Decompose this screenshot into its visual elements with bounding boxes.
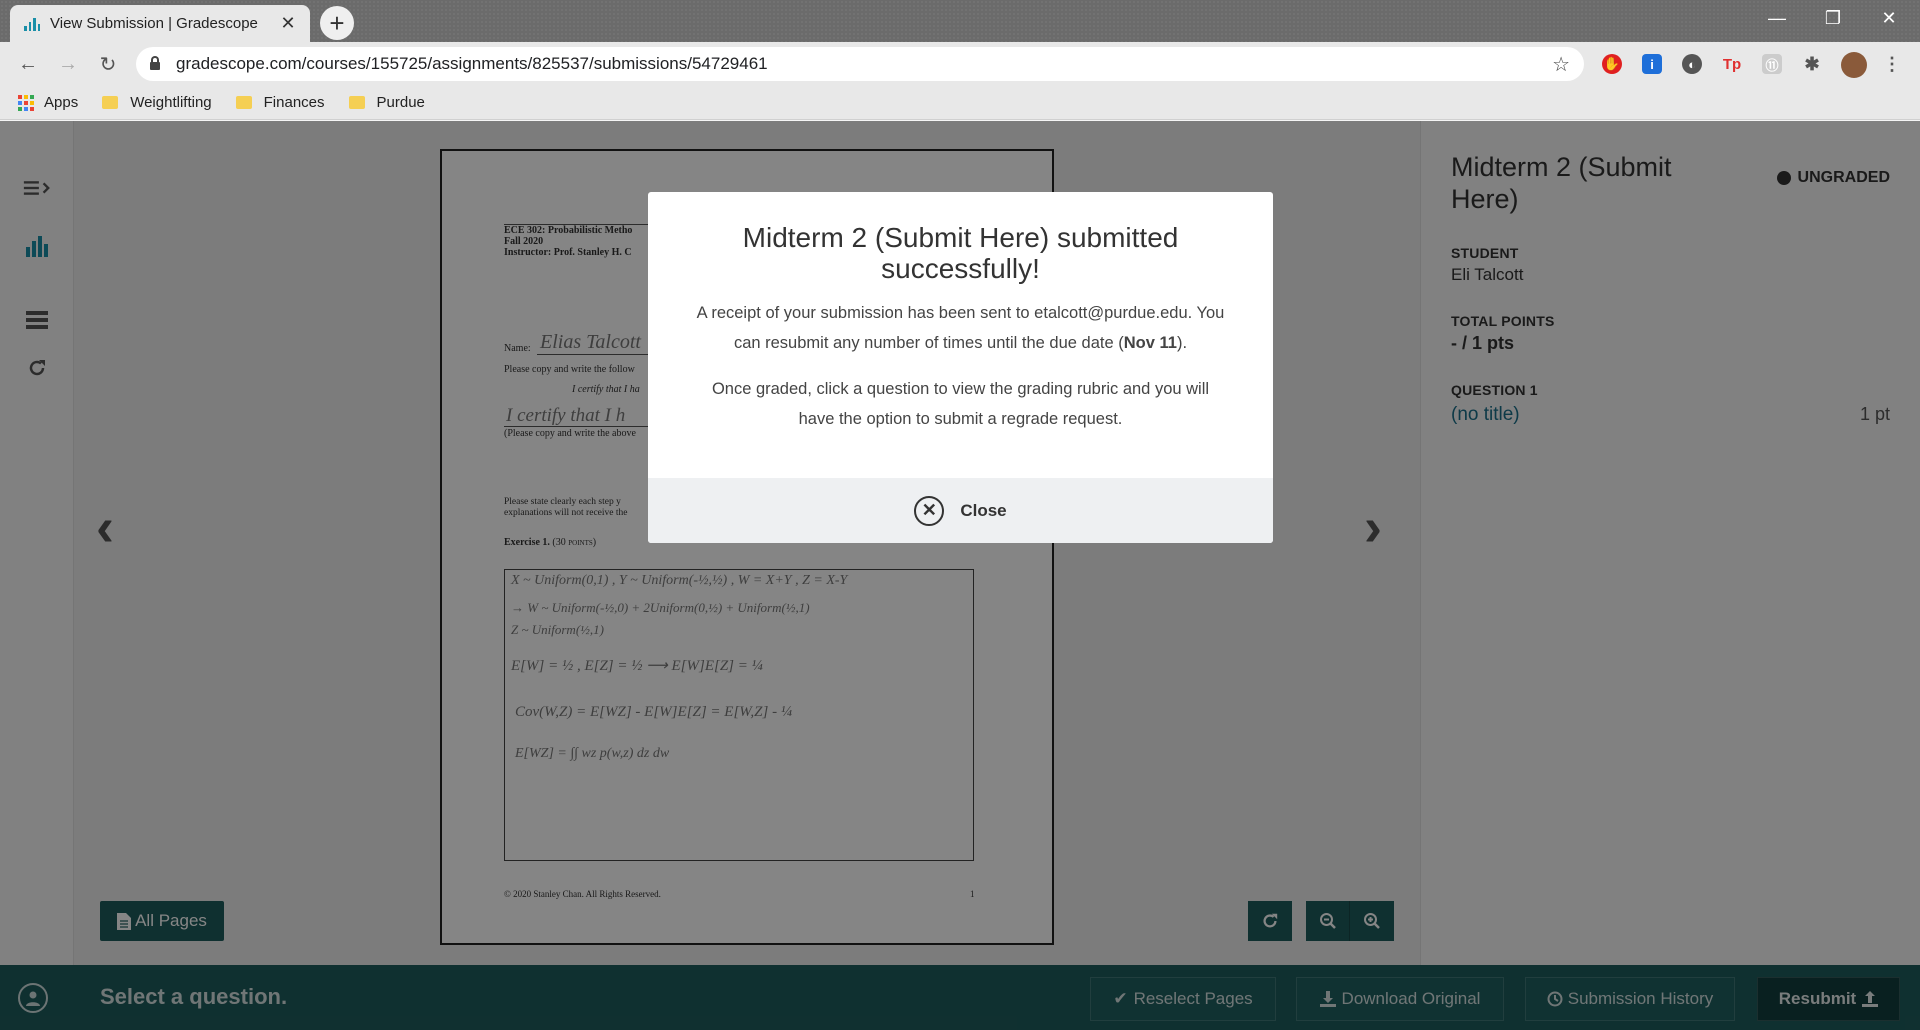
bookmarks-bar: Apps Weightlifting Finances Purdue (0, 86, 1920, 120)
restore-icon[interactable]: ❐ (1806, 0, 1860, 36)
minimize-icon[interactable]: — (1750, 0, 1804, 36)
forward-arrow-icon[interactable]: → (52, 48, 84, 80)
bookmark-weightlifting[interactable]: Weightlifting (102, 94, 212, 111)
tab-close-icon[interactable]: ✕ (278, 13, 298, 34)
browser-tab[interactable]: View Submission | Gradescope ✕ (10, 5, 310, 42)
close-modal-button[interactable]: ✕ Close (914, 495, 1007, 526)
extensions-puzzle-icon[interactable]: ✱ (1802, 54, 1822, 74)
folder-icon (235, 96, 252, 109)
bookmark-label: Weightlifting (130, 94, 212, 111)
info-extension-icon[interactable]: i (1642, 54, 1662, 74)
close-label: Close (960, 500, 1007, 520)
folder-icon (348, 96, 365, 109)
browser-menu-icon[interactable]: ⋮ (1882, 54, 1902, 74)
bookmark-apps[interactable]: Apps (18, 94, 78, 111)
bookmark-star-icon[interactable]: ☆ (1552, 52, 1570, 77)
window-close-icon[interactable]: ✕ (1862, 0, 1916, 36)
due-date: Nov 11 (1123, 334, 1177, 352)
omnibox[interactable]: gradescope.com/courses/155725/assignment… (136, 47, 1584, 81)
address-bar-row: ← → ↻ gradescope.com/courses/155725/assi… (0, 42, 1920, 86)
back-arrow-icon[interactable]: ← (12, 48, 44, 80)
receipt-message: A receipt of your submission has been se… (682, 298, 1239, 358)
reload-icon[interactable]: ↻ (92, 48, 124, 80)
submission-success-modal: Midterm 2 (Submit Here) submitted succes… (648, 192, 1273, 543)
bookmark-label: Finances (263, 94, 325, 111)
receipt-text-end: ). (1176, 334, 1188, 352)
tab-title: View Submission | Gradescope (50, 15, 258, 32)
browser-titlebar: View Submission | Gradescope ✕ + — ❐ ✕ (0, 0, 1920, 42)
bookmark-label: Apps (44, 94, 79, 111)
url-text[interactable]: gradescope.com/courses/155725/assignment… (176, 54, 1552, 74)
graded-message: Once graded, click a question to view th… (711, 380, 1210, 428)
modal-footer: ✕ Close (648, 478, 1273, 543)
new-tab-button[interactable]: + (320, 6, 354, 40)
apps-grid-icon (18, 94, 34, 111)
close-circle-icon: ✕ (914, 495, 945, 526)
lock-icon (150, 56, 160, 70)
adblock-extension-icon[interactable]: ✋ (1602, 54, 1622, 74)
profile-avatar[interactable] (1841, 52, 1867, 78)
tp-extension-icon[interactable]: Tp (1722, 54, 1742, 74)
bookmark-purdue[interactable]: Purdue (348, 94, 425, 111)
bookmark-finances[interactable]: Finances (235, 94, 325, 111)
gradescope-favicon-icon (24, 17, 40, 31)
font-extension-icon[interactable]: ⑪ (1762, 54, 1782, 74)
folder-icon (102, 96, 119, 109)
grammar-extension-icon[interactable]: ◐ (1682, 54, 1702, 74)
modal-title: Midterm 2 (Submit Here) submitted succes… (742, 222, 1179, 284)
bookmark-label: Purdue (376, 94, 425, 111)
